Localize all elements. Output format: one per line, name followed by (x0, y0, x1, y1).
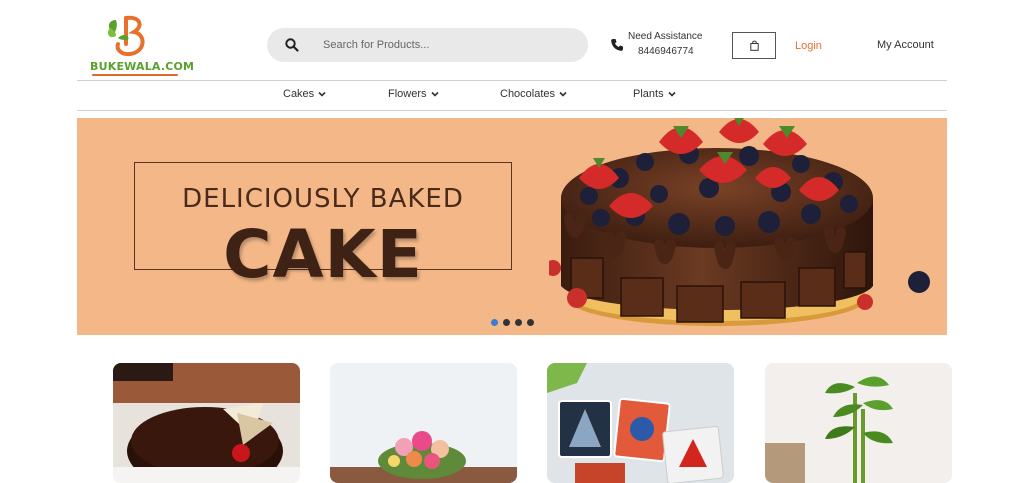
nav-divider-bottom (77, 110, 947, 111)
site-logo[interactable]: BUKEWALA.COM (90, 14, 194, 76)
search-icon[interactable] (285, 38, 299, 52)
logo-text: BUKEWALA.COM (90, 60, 195, 73)
category-card-plants[interactable] (765, 363, 952, 483)
nav-item-label: Flowers (388, 88, 427, 100)
photo-magnets-image (547, 363, 734, 483)
login-link[interactable]: Login (795, 40, 822, 52)
chevron-down-icon (430, 91, 439, 97)
nav-item-plants[interactable]: Plants (633, 88, 676, 100)
banner-headline: DELICIOUSLY BAKED (182, 184, 464, 214)
nav-item-cakes[interactable]: Cakes (283, 88, 326, 100)
header-divider-top (77, 80, 947, 81)
cart-button[interactable] (732, 32, 776, 59)
chocolate-cake-image (549, 118, 930, 326)
logo-underline (92, 74, 178, 76)
chevron-down-icon (668, 91, 676, 97)
carousel-dot[interactable] (527, 319, 534, 326)
carousel-dots (491, 319, 534, 326)
search-bar[interactable] (267, 28, 588, 62)
chevron-down-icon (318, 91, 326, 97)
nav-item-label: Plants (633, 88, 664, 100)
lucky-bamboo-plant-image (765, 363, 952, 483)
carousel-dot[interactable] (515, 319, 522, 326)
carousel-dot[interactable] (491, 319, 498, 326)
flower-bouquet-image (330, 363, 517, 483)
assistance-label: Need Assistance (628, 31, 703, 42)
nav-item-chocolates[interactable]: Chocolates (500, 88, 567, 100)
shopping-bag-icon (750, 40, 759, 51)
logo-mark-icon (108, 15, 145, 57)
nav-item-label: Cakes (283, 88, 315, 100)
chevron-down-icon (559, 91, 567, 97)
chocolate-cake-image (113, 363, 300, 483)
category-card-flowers[interactable] (330, 363, 517, 483)
nav-item-flowers[interactable]: Flowers (388, 88, 439, 100)
site-header: BUKEWALA.COM Need Assistance 8446946774 … (0, 0, 1024, 80)
my-account-link[interactable]: My Account (877, 39, 934, 51)
assistance-phone[interactable]: 8446946774 (638, 46, 694, 57)
carousel-dot[interactable] (503, 319, 510, 326)
assistance-block[interactable]: Need Assistance 8446946774 (610, 30, 720, 62)
hero-banner[interactable]: DELICIOUSLY BAKED CAKE (77, 118, 947, 335)
nav-item-label: Chocolates (500, 88, 556, 100)
category-card-personalised[interactable] (547, 363, 734, 483)
category-card-cakes[interactable] (113, 363, 300, 483)
phone-icon (611, 39, 623, 51)
banner-title: CAKE (223, 216, 423, 293)
search-input[interactable] (323, 36, 573, 54)
